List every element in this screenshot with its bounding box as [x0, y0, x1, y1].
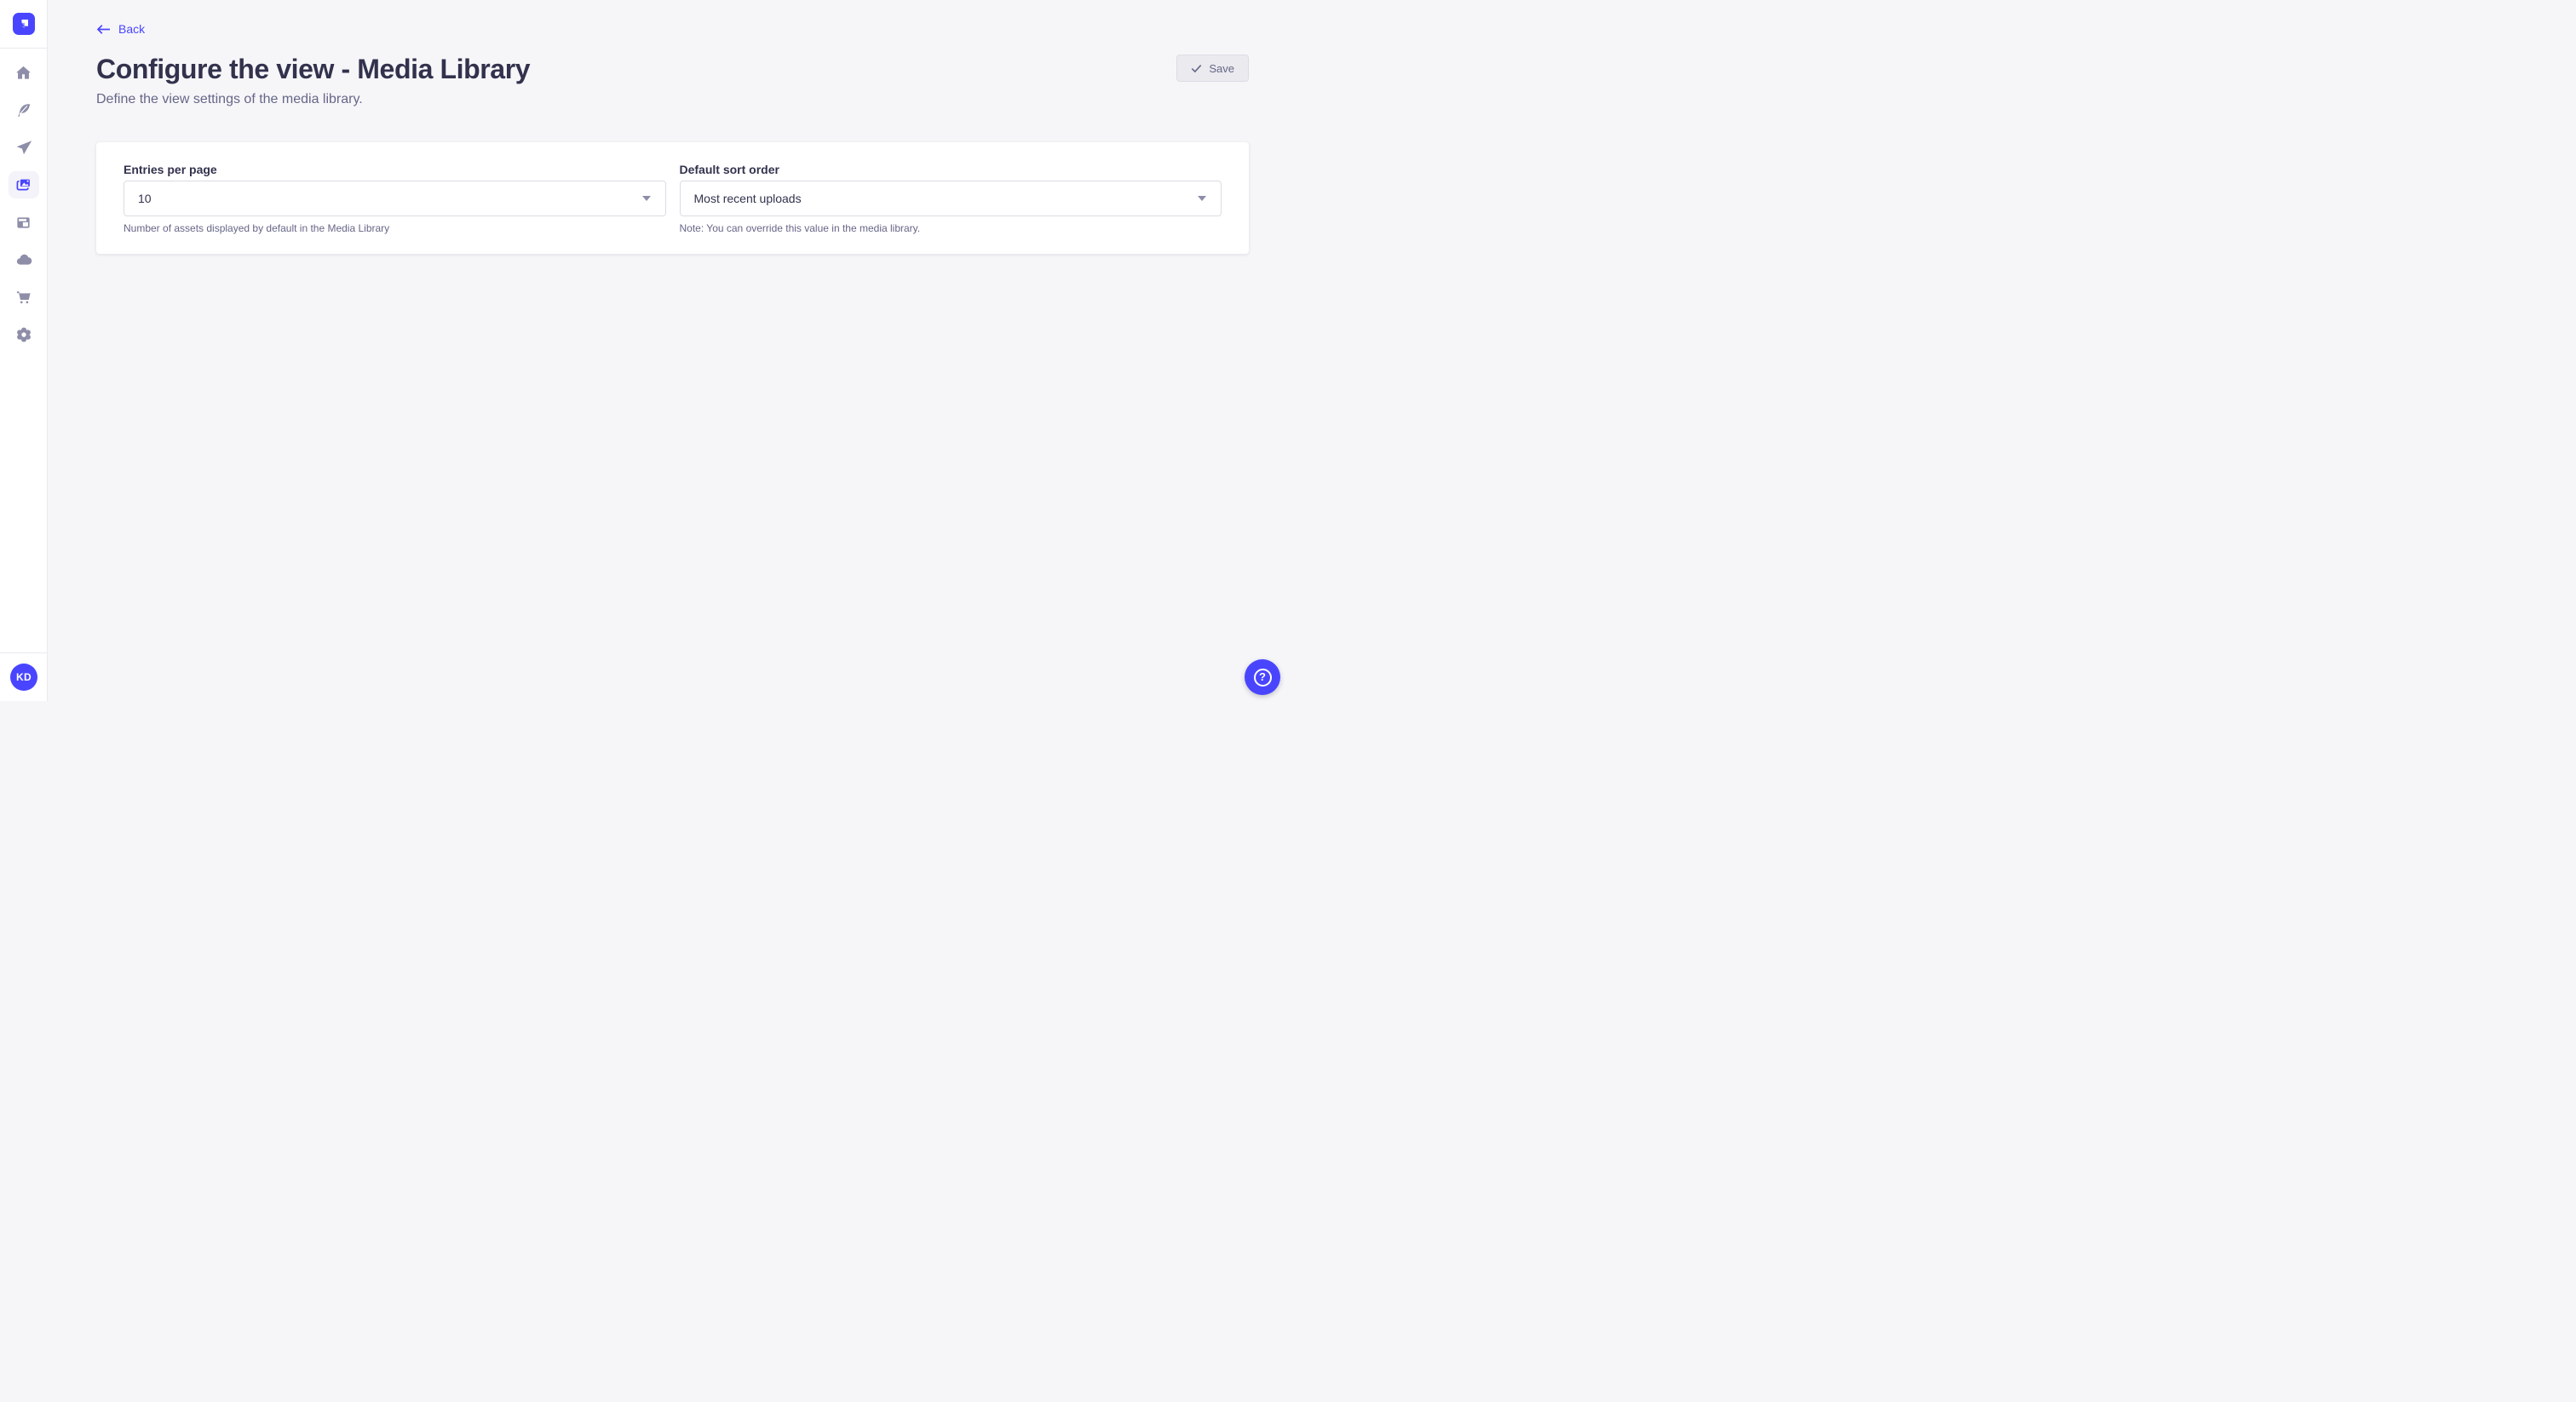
default-sort-order-hint: Note: You can override this value in the…	[680, 221, 1222, 235]
sidebar-item-releases[interactable]	[9, 134, 39, 161]
default-sort-order-label: Default sort order	[680, 163, 1222, 177]
entries-per-page-label: Entries per page	[124, 163, 666, 177]
save-button-label: Save	[1209, 62, 1234, 75]
entries-per-page-value: 10	[138, 192, 152, 205]
entries-per-page-select[interactable]: 10	[124, 181, 666, 216]
sidebar-item-home[interactable]	[9, 59, 39, 86]
page-header-titles: Configure the view - Media Library Defin…	[96, 52, 530, 107]
page-subtitle: Define the view settings of the media li…	[96, 92, 530, 107]
chevron-down-icon	[1198, 196, 1206, 201]
layout-icon	[15, 215, 32, 231]
cloud-icon	[15, 251, 32, 268]
arrow-left-icon	[96, 24, 111, 35]
cart-icon	[15, 290, 32, 306]
settings-card: Entries per page 10 Number of assets dis…	[96, 142, 1249, 254]
user-avatar[interactable]: KD	[10, 664, 37, 691]
question-mark-icon: ?	[1254, 669, 1272, 687]
gear-icon	[15, 326, 32, 343]
check-icon	[1191, 64, 1202, 73]
entries-per-page-hint: Number of assets displayed by default in…	[124, 221, 666, 235]
home-icon	[15, 65, 32, 81]
media-library-icon	[15, 176, 32, 193]
feather-icon	[15, 102, 32, 118]
sidebar-nav	[9, 59, 39, 348]
strapi-logo-icon[interactable]	[13, 13, 35, 35]
default-sort-order-select[interactable]: Most recent uploads	[680, 181, 1222, 216]
save-button[interactable]: Save	[1176, 55, 1249, 82]
entries-per-page-field: Entries per page 10 Number of assets dis…	[124, 163, 666, 235]
main-content: Back Configure the view - Media Library …	[48, 0, 1288, 701]
sidebar-divider	[0, 652, 47, 653]
sidebar-item-settings[interactable]	[9, 321, 39, 348]
logo-section	[0, 0, 47, 49]
paper-plane-icon	[15, 139, 32, 156]
default-sort-order-field: Default sort order Most recent uploads N…	[680, 163, 1222, 235]
strapi-mark-icon	[14, 14, 34, 34]
sidebar-item-content-type-builder[interactable]	[9, 209, 39, 236]
page-header: Configure the view - Media Library Defin…	[96, 52, 1249, 107]
back-label: Back	[118, 22, 145, 36]
sidebar-item-marketplace[interactable]	[9, 284, 39, 311]
page-title: Configure the view - Media Library	[96, 52, 530, 86]
sidebar-item-media-library[interactable]	[9, 171, 39, 198]
back-link[interactable]: Back	[96, 22, 145, 36]
sidebar-item-cloud[interactable]	[9, 246, 39, 273]
default-sort-order-value: Most recent uploads	[694, 192, 802, 205]
help-button[interactable]: ?	[1245, 659, 1280, 695]
sidebar: KD	[0, 0, 48, 701]
sidebar-item-content-manager[interactable]	[9, 96, 39, 124]
chevron-down-icon	[642, 196, 651, 201]
